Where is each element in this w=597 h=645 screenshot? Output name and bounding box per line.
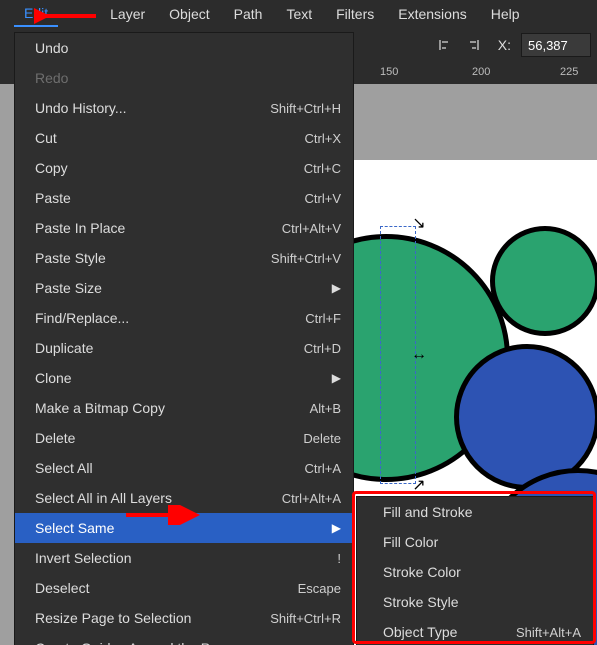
menu-item-select-all[interactable]: Select AllCtrl+A bbox=[15, 453, 353, 483]
menu-item-label: Paste Size bbox=[35, 280, 332, 296]
menu-item-accelerator: Ctrl+Alt+V bbox=[282, 221, 341, 236]
submenu-arrow-icon: ▶ bbox=[332, 281, 341, 295]
menu-item-undo-history[interactable]: Undo History...Shift+Ctrl+H bbox=[15, 93, 353, 123]
menu-item-accelerator: Shift+Ctrl+H bbox=[270, 101, 341, 116]
submenu-item-accelerator: Shift+Alt+A bbox=[516, 625, 581, 640]
menu-item-undo[interactable]: Undo bbox=[15, 33, 353, 63]
menu-item-label: Find/Replace... bbox=[35, 310, 305, 326]
menu-item-paste-style[interactable]: Paste StyleShift+Ctrl+V bbox=[15, 243, 353, 273]
align-left-icon[interactable] bbox=[436, 36, 454, 54]
menu-item-label: Undo bbox=[35, 40, 341, 56]
menu-item-find-replace[interactable]: Find/Replace...Ctrl+F bbox=[15, 303, 353, 333]
menu-item-invert-selection[interactable]: Invert Selection! bbox=[15, 543, 353, 573]
menu-item-accelerator: Delete bbox=[303, 431, 341, 446]
menu-item-accelerator: Alt+B bbox=[310, 401, 341, 416]
menu-item-delete[interactable]: DeleteDelete bbox=[15, 423, 353, 453]
menu-item-label: Cut bbox=[35, 130, 305, 146]
menu-item-make-a-bitmap-copy[interactable]: Make a Bitmap CopyAlt+B bbox=[15, 393, 353, 423]
menu-item-paste[interactable]: PasteCtrl+V bbox=[15, 183, 353, 213]
menu-item-label: Select All in All Layers bbox=[35, 490, 282, 506]
menu-item-label: Copy bbox=[35, 160, 304, 176]
menu-item-label: Paste bbox=[35, 190, 305, 206]
canvas-circle[interactable] bbox=[490, 226, 597, 336]
menu-item-accelerator: Ctrl+F bbox=[305, 311, 341, 326]
menu-item-create-guides-around-the-page[interactable]: Create Guides Around the Page bbox=[15, 633, 353, 645]
submenu-item-fill-color[interactable]: Fill Color bbox=[357, 527, 593, 557]
menu-item-clone[interactable]: Clone▶ bbox=[15, 363, 353, 393]
submenu-item-label: Stroke Style bbox=[383, 594, 581, 610]
menu-item-label: Delete bbox=[35, 430, 303, 446]
coord-x-label: X: bbox=[498, 37, 511, 53]
menu-item-accelerator: Ctrl+A bbox=[305, 461, 341, 476]
submenu-item-label: Stroke Color bbox=[383, 564, 581, 580]
submenu-arrow-icon: ▶ bbox=[332, 371, 341, 385]
menubar-item-layer[interactable]: Layer bbox=[100, 2, 155, 26]
menubar: Edit LayerObjectPathTextFiltersExtensions… bbox=[0, 0, 597, 28]
submenu-item-label: Fill and Stroke bbox=[383, 504, 581, 520]
menu-item-redo: Redo bbox=[15, 63, 353, 93]
menu-item-paste-size[interactable]: Paste Size▶ bbox=[15, 273, 353, 303]
coord-x-input[interactable] bbox=[521, 33, 591, 57]
menu-item-label: Clone bbox=[35, 370, 332, 386]
submenu-item-fill-and-stroke[interactable]: Fill and Stroke bbox=[357, 497, 593, 527]
menu-item-accelerator: Ctrl+V bbox=[305, 191, 341, 206]
menu-item-accelerator: Shift+Ctrl+V bbox=[271, 251, 341, 266]
select-same-submenu: Fill and Stroke Fill Color Stroke Color Str… bbox=[356, 496, 594, 645]
menu-item-label: Select Same bbox=[35, 520, 332, 536]
menu-item-label: Make a Bitmap Copy bbox=[35, 400, 310, 416]
submenu-arrow-icon: ▶ bbox=[332, 521, 341, 535]
menu-item-label: Paste In Place bbox=[35, 220, 282, 236]
menu-item-accelerator: Ctrl+Alt+A bbox=[282, 491, 341, 506]
menu-item-label: Invert Selection bbox=[35, 550, 337, 566]
menu-item-label: Duplicate bbox=[35, 340, 304, 356]
ruler-tick: 150 bbox=[380, 66, 398, 78]
menu-item-accelerator: Shift+Ctrl+R bbox=[270, 611, 341, 626]
menu-item-accelerator: Ctrl+C bbox=[304, 161, 341, 176]
menu-item-resize-page-to-selection[interactable]: Resize Page to SelectionShift+Ctrl+R bbox=[15, 603, 353, 633]
menu-item-label: Deselect bbox=[35, 580, 298, 596]
menubar-item-edit[interactable]: Edit bbox=[14, 1, 58, 27]
menu-item-duplicate[interactable]: DuplicateCtrl+D bbox=[15, 333, 353, 363]
submenu-item-label: Fill Color bbox=[383, 534, 581, 550]
submenu-item-stroke-color[interactable]: Stroke Color bbox=[357, 557, 593, 587]
menu-item-label: Select All bbox=[35, 460, 305, 476]
menu-item-accelerator: Escape bbox=[298, 581, 341, 596]
menubar-item-text[interactable]: Text bbox=[276, 2, 322, 26]
submenu-item-label: Object Type bbox=[383, 624, 516, 640]
edit-menu: UndoRedoUndo History...Shift+Ctrl+HCutCt… bbox=[14, 32, 354, 645]
menu-item-label: Resize Page to Selection bbox=[35, 610, 270, 626]
menu-item-deselect[interactable]: DeselectEscape bbox=[15, 573, 353, 603]
menubar-item-help[interactable]: Help bbox=[481, 2, 530, 26]
submenu-item-object-type[interactable]: Object TypeShift+Alt+A bbox=[357, 617, 593, 645]
submenu-item-stroke-style[interactable]: Stroke Style bbox=[357, 587, 593, 617]
menubar-item-extensions[interactable]: Extensions bbox=[388, 2, 476, 26]
align-right-icon[interactable] bbox=[464, 36, 482, 54]
menubar-item-object[interactable]: Object bbox=[159, 2, 219, 26]
menu-item-paste-in-place[interactable]: Paste In PlaceCtrl+Alt+V bbox=[15, 213, 353, 243]
menubar-item-path[interactable]: Path bbox=[224, 2, 273, 26]
selection-handle-corner[interactable]: ↗ bbox=[412, 478, 426, 492]
menu-item-accelerator: ! bbox=[337, 551, 341, 566]
menu-item-label: Undo History... bbox=[35, 100, 270, 116]
ruler-tick: 225 bbox=[560, 66, 578, 78]
menu-item-accelerator: Ctrl+D bbox=[304, 341, 341, 356]
menu-item-select-all-in-all-layers[interactable]: Select All in All LayersCtrl+Alt+A bbox=[15, 483, 353, 513]
menu-item-cut[interactable]: CutCtrl+X bbox=[15, 123, 353, 153]
ruler-tick: 200 bbox=[472, 66, 490, 78]
menu-item-label: Redo bbox=[35, 70, 341, 86]
selection-handle-side[interactable]: ↔ bbox=[412, 348, 426, 362]
menu-item-copy[interactable]: CopyCtrl+C bbox=[15, 153, 353, 183]
menu-item-label: Paste Style bbox=[35, 250, 271, 266]
menubar-item-filters[interactable]: Filters bbox=[326, 2, 384, 26]
selection-handle-corner[interactable]: ↘ bbox=[412, 216, 426, 230]
menu-item-label: Create Guides Around the Page bbox=[35, 640, 341, 645]
menu-item-select-same[interactable]: Select Same▶ bbox=[15, 513, 353, 543]
menu-item-accelerator: Ctrl+X bbox=[305, 131, 341, 146]
